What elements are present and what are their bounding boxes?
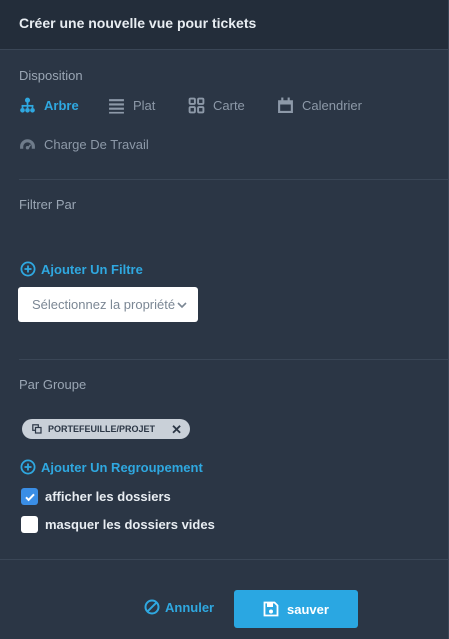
layout-option-tree[interactable]: Arbre xyxy=(19,97,79,114)
layout-section-title: Disposition xyxy=(19,68,83,83)
filter-section-title: Filtrer Par xyxy=(19,197,77,212)
dialog-title: Créer une nouvelle vue pour tickets xyxy=(19,15,257,31)
grid-icon xyxy=(188,97,205,114)
hide-empty-label: masquer les dossiers vides xyxy=(45,517,215,532)
cancel-button[interactable]: Annuler xyxy=(144,599,214,615)
chevron-down-icon xyxy=(177,301,187,308)
layout-option-label: Plat xyxy=(133,98,156,113)
layout-option-label: Charge De Travail xyxy=(44,137,149,152)
group-chip-label: PORTEFEUILLE/PROJET xyxy=(48,424,156,434)
layout-option-workload[interactable]: Charge De Travail xyxy=(19,136,149,153)
layout-option-label: Arbre xyxy=(44,98,79,113)
layout-option-label: Carte xyxy=(213,98,245,113)
save-button[interactable]: sauver xyxy=(234,590,358,628)
add-group-button[interactable]: Ajouter Un Regroupement xyxy=(20,459,203,475)
property-select[interactable]: Sélectionnez la propriété xyxy=(18,287,198,322)
hide-empty-folders-checkbox[interactable]: masquer les dossiers vides xyxy=(21,516,215,533)
dialog-header: Créer une nouvelle vue pour tickets xyxy=(0,0,449,50)
save-icon xyxy=(263,601,279,617)
layout-option-card[interactable]: Carte xyxy=(188,97,245,114)
plus-circle-icon xyxy=(20,459,36,475)
tree-icon xyxy=(20,97,35,113)
checkbox-unchecked[interactable] xyxy=(21,516,38,533)
gauge-icon xyxy=(20,139,35,150)
check-icon xyxy=(24,493,35,501)
show-folders-checkbox[interactable]: afficher les dossiers xyxy=(21,488,171,505)
show-folders-label: afficher les dossiers xyxy=(45,489,171,504)
calendar-icon xyxy=(278,97,293,113)
add-filter-label: Ajouter Un Filtre xyxy=(41,261,143,277)
section-divider xyxy=(19,359,449,360)
property-select-value: Sélectionnez la propriété xyxy=(32,297,176,312)
close-icon[interactable]: ✕ xyxy=(171,423,182,436)
add-group-label: Ajouter Un Regroupement xyxy=(41,459,203,475)
ban-icon xyxy=(144,599,160,615)
list-icon xyxy=(109,99,124,114)
group-chip: PORTEFEUILLE/PROJET ✕ xyxy=(22,419,190,439)
copy-icon xyxy=(32,424,42,434)
checkbox-checked[interactable] xyxy=(21,488,38,505)
plus-circle-icon xyxy=(20,261,36,277)
section-divider xyxy=(19,179,449,180)
save-label: sauver xyxy=(287,601,329,617)
layout-option-flat[interactable]: Plat xyxy=(108,97,155,114)
layout-option-calendar[interactable]: Calendrier xyxy=(277,97,362,114)
dialog-footer xyxy=(0,559,449,639)
layout-option-label: Calendrier xyxy=(302,98,362,113)
group-section-title: Par Groupe xyxy=(19,377,87,392)
add-filter-button[interactable]: Ajouter Un Filtre xyxy=(20,261,143,277)
cancel-label: Annuler xyxy=(165,599,215,615)
